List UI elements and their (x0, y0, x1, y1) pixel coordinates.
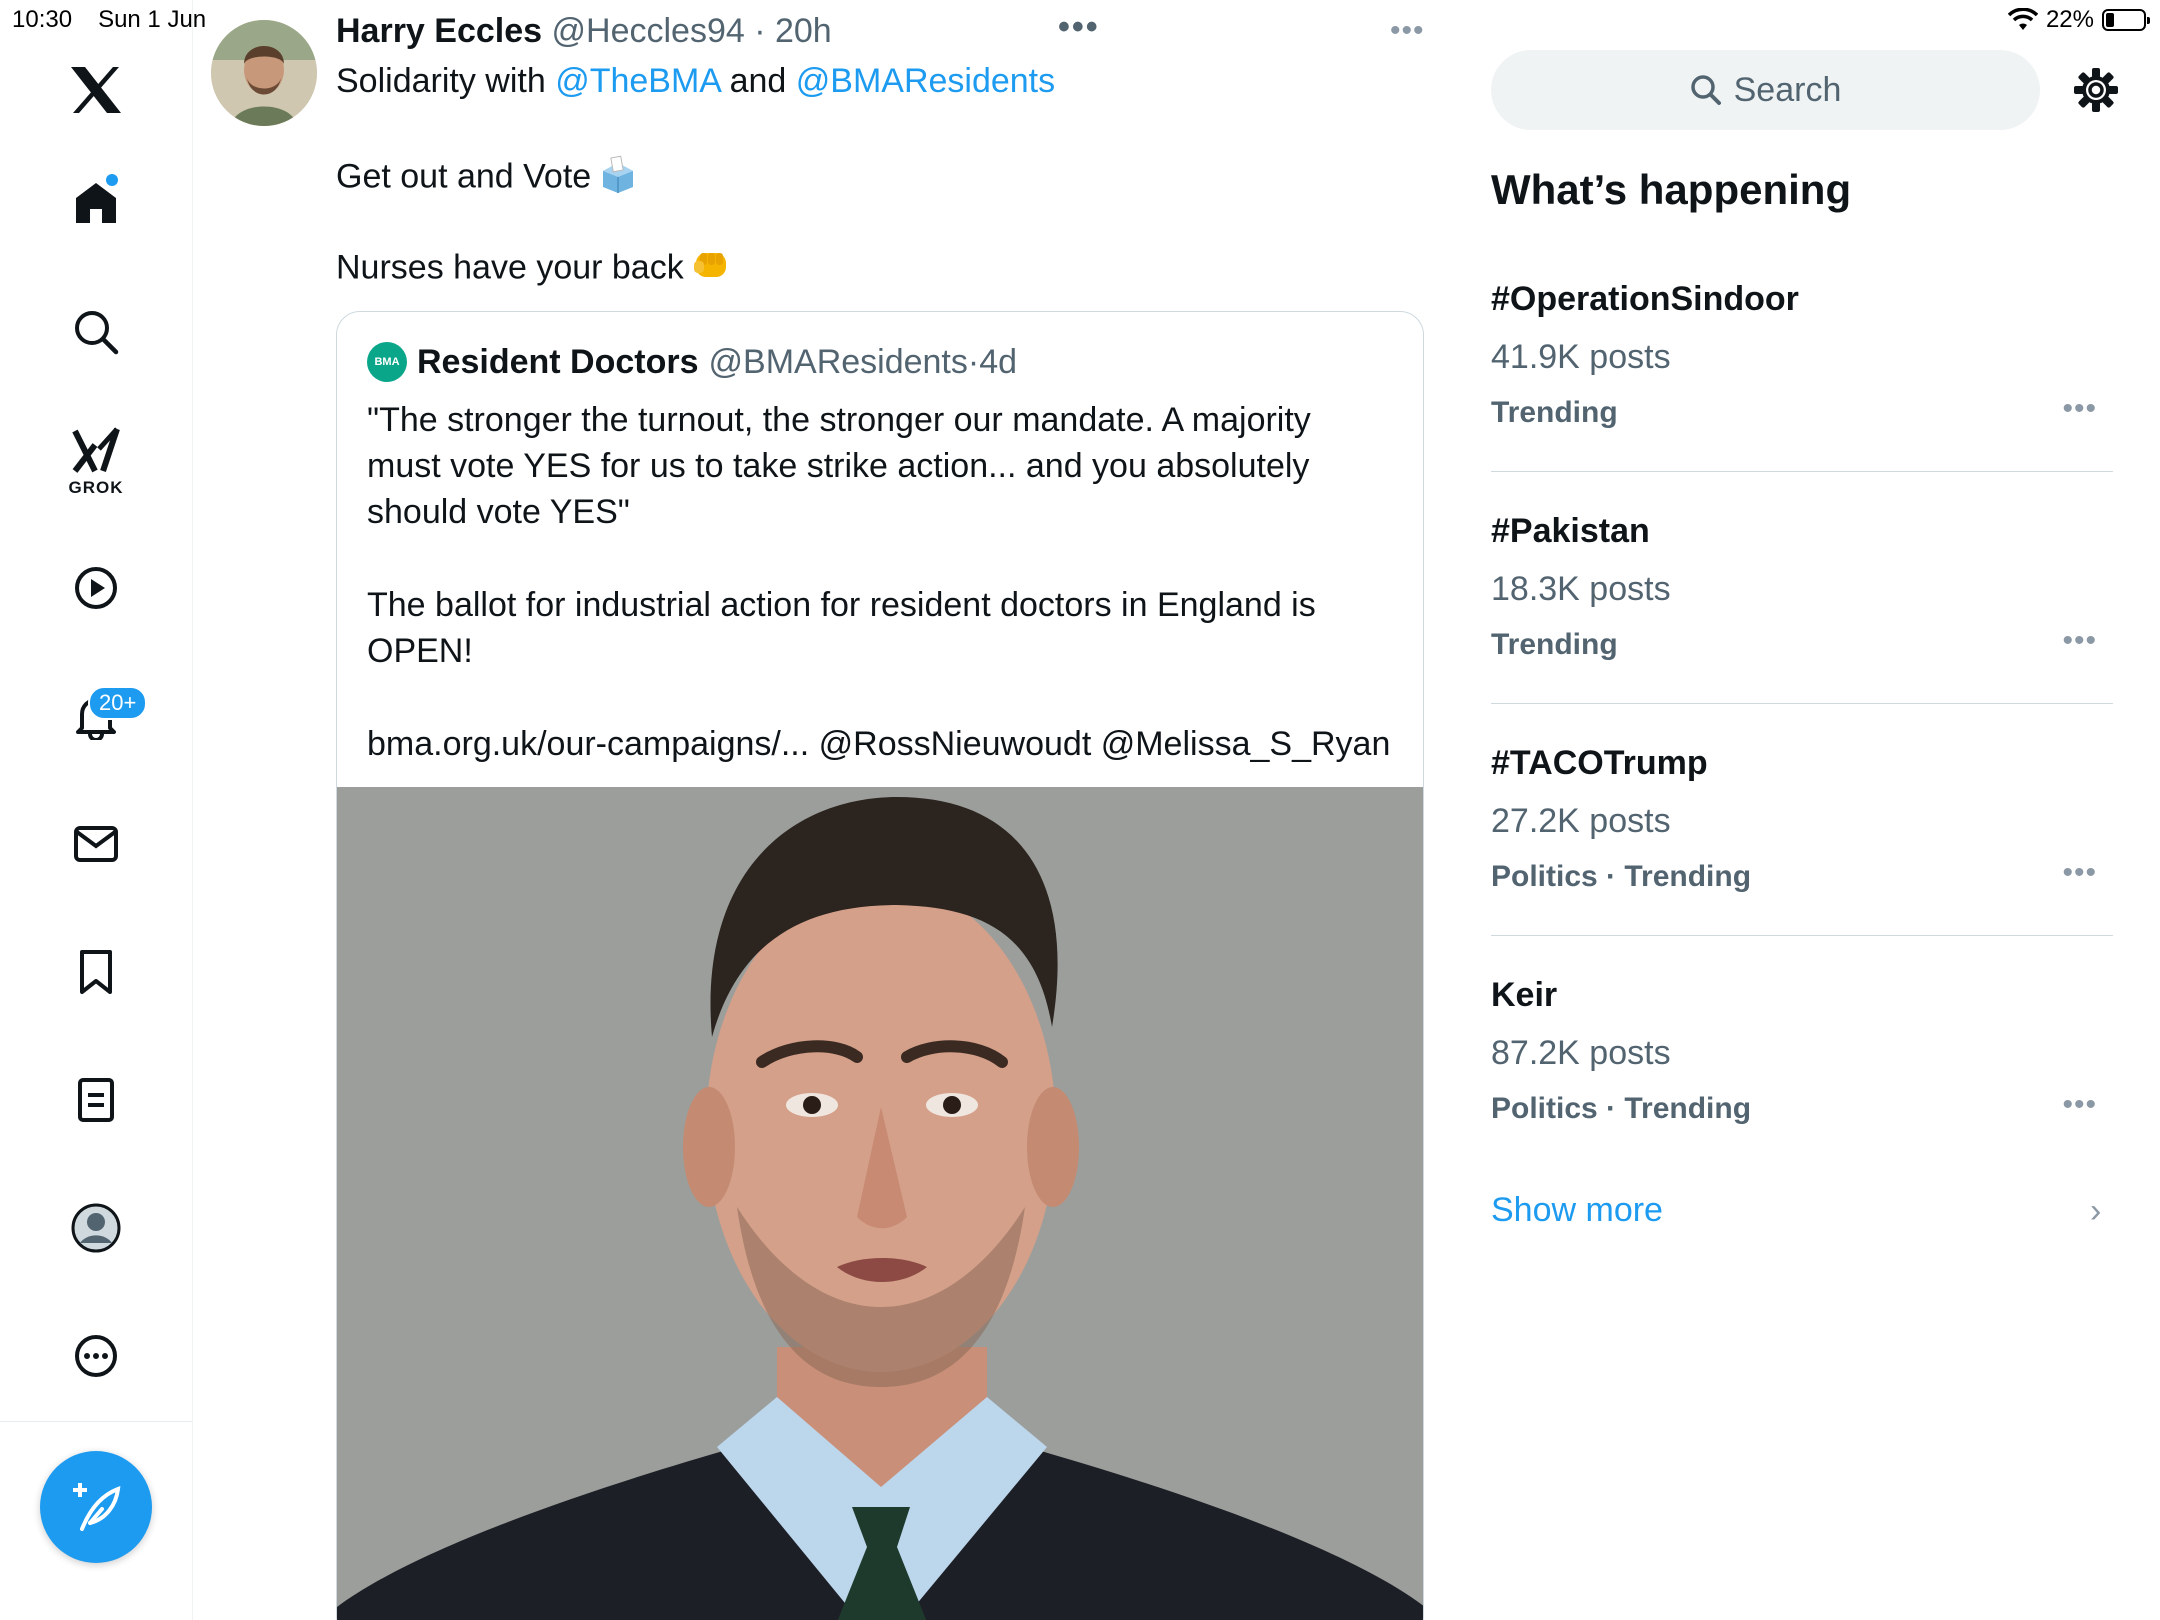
trend-more-icon[interactable]: ••• (2062, 1088, 2097, 1122)
chevron-right-icon[interactable]: › (2090, 1192, 2101, 1231)
mention-link-thebma[interactable]: @TheBMA (555, 62, 720, 100)
trend-more-icon[interactable]: ••• (2062, 856, 2097, 890)
trend-tag: Keir (1491, 976, 1558, 1014)
home-unread-dot (106, 174, 118, 186)
trend-tag: #Pakistan (1491, 512, 1650, 550)
quoted-separator: · (967, 342, 980, 381)
explore-search-icon[interactable] (56, 292, 136, 372)
profile-avatar-icon[interactable] (56, 1188, 136, 1268)
quoted-text-line: OPEN! (367, 632, 473, 670)
battery-icon (2102, 9, 2150, 31)
trend-count: 41.9K posts (1491, 338, 1671, 376)
quoted-author-name[interactable]: Resident Doctors (417, 343, 699, 382)
tweet-time[interactable]: 20h (775, 12, 832, 50)
trend-more-icon[interactable]: ••• (2062, 624, 2097, 658)
trend-divider (1491, 935, 2113, 936)
tweet-text-prefix: Solidarity with (336, 62, 546, 100)
search-input[interactable]: Search (1491, 50, 2040, 130)
trend-item[interactable]: Keir 87.2K posts Politics · Trending ••• (1491, 976, 2113, 1208)
trend-context: Trending (1491, 628, 1618, 661)
trend-tag: #OperationSindoor (1491, 280, 1799, 318)
trend-count: 87.2K posts (1491, 1034, 1671, 1072)
left-navigation: GROK 20+ (0, 0, 193, 1620)
trend-item[interactable]: #TACOTrump 27.2K posts Politics · Trendi… (1491, 744, 2113, 976)
tweet-text-line-2: Get out and Vote (336, 155, 637, 202)
tweet-header: Harry Eccles @Heccles94 · 20h (336, 12, 832, 51)
trend-tag: #TACOTrump (1491, 744, 1708, 782)
search-placeholder: Search (1733, 70, 1842, 109)
compose-post-button[interactable] (40, 1451, 152, 1563)
tweet-author-name[interactable]: Harry Eccles (336, 12, 542, 50)
trend-context: Politics · Trending (1491, 1092, 1752, 1125)
lists-document-icon[interactable] (56, 1060, 136, 1140)
ballot-box-emoji-icon (599, 155, 637, 202)
battery-percent: 22% (2045, 6, 2094, 33)
bookmarks-icon[interactable] (56, 932, 136, 1012)
status-bar-right: 22% (2007, 6, 2150, 34)
trend-count: 27.2K posts (1491, 802, 1671, 840)
tweet-author-handle[interactable]: @Heccles94 (552, 12, 745, 50)
tweet-text-line-3: Nurses have your back (336, 247, 732, 292)
tweet-more-options-icon[interactable]: ••• (1390, 14, 1425, 48)
trend-divider (1491, 703, 2113, 704)
trend-count: 18.3K posts (1491, 570, 1671, 608)
page-more-dots-icon[interactable]: ••• (1058, 8, 1100, 47)
quoted-text-line: The ballot for industrial action for res… (367, 586, 1316, 624)
show-more-link[interactable]: Show more (1491, 1191, 1663, 1230)
trend-more-icon[interactable]: ••• (2062, 392, 2097, 426)
video-play-icon[interactable] (56, 548, 136, 628)
quoted-time[interactable]: 4d (979, 343, 1017, 382)
quoted-author-avatar[interactable]: BMA (367, 342, 407, 382)
fist-emoji-icon (692, 247, 732, 292)
home-icon[interactable] (56, 163, 136, 243)
quoted-tweet-card[interactable]: BMA Resident Doctors @BMAResidents · 4d … (336, 311, 1424, 1620)
notifications-badge: 20+ (88, 686, 148, 720)
quoted-text-line: must vote YES for us to take strike acti… (367, 447, 1310, 485)
nav-divider (0, 1421, 193, 1422)
trend-context: Trending (1491, 396, 1618, 429)
quoted-text-line: "The stronger the turnout, the stronger … (367, 401, 1311, 439)
whats-happening-heading: What’s happening (1491, 166, 1852, 213)
compose-feather-icon (73, 1483, 121, 1531)
quoted-text-line: should vote YES" (367, 493, 630, 531)
tweet-text-nurses: Nurses have your back (336, 248, 684, 287)
quoted-tweet-header: BMA Resident Doctors @BMAResidents · 4d (367, 342, 1017, 382)
trend-context: Politics · Trending (1491, 860, 1752, 893)
x-logo-icon[interactable] (56, 50, 136, 130)
tweet-author-avatar[interactable] (211, 20, 317, 126)
search-icon (1690, 75, 1721, 105)
trend-item[interactable]: #Pakistan 18.3K posts Trending ••• (1491, 512, 2113, 744)
tweet-text-vote: Get out and Vote (336, 157, 592, 196)
settings-gear-icon[interactable] (2072, 66, 2120, 114)
quoted-text-link-line[interactable]: bma.org.uk/our-campaigns/... @RossNieuwo… (367, 721, 1390, 767)
more-options-icon[interactable] (56, 1316, 136, 1396)
wifi-icon (2007, 8, 2038, 30)
quoted-author-handle[interactable]: @BMAResidents (709, 343, 968, 382)
trend-item[interactable]: #OperationSindoor 41.9K posts Trending •… (1491, 280, 2113, 512)
tweet-text-and: and (729, 62, 787, 100)
grok-label: GROK (68, 478, 124, 497)
trend-divider (1491, 471, 2113, 472)
quoted-video-thumbnail[interactable] (337, 787, 1423, 1620)
messages-mail-icon[interactable] (56, 804, 136, 884)
tweet-separator: · (744, 12, 775, 50)
mention-link-bmaresidents[interactable]: @BMAResidents (796, 62, 1055, 100)
tweet-text-line-1: Solidarity with @TheBMA and @BMAResident… (336, 62, 1055, 101)
